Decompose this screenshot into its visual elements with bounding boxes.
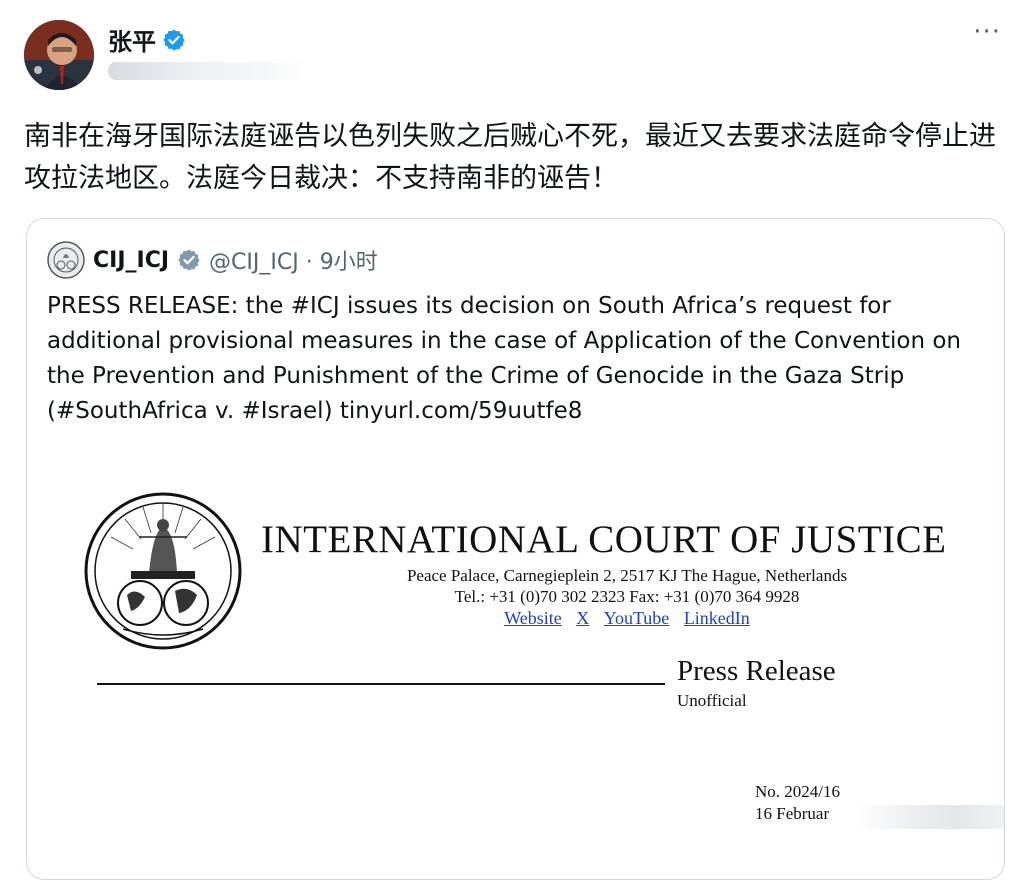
author-handle-obscured [108,62,308,80]
release-number-block: No. 2024/16 16 Februar [755,781,840,825]
youtube-link[interactable]: YouTube [604,608,670,628]
quoted-author-name[interactable]: CIJ_ICJ [93,248,169,273]
icj-logo-icon[interactable] [47,241,85,279]
unofficial-label: Unofficial [677,691,747,710]
press-release-image[interactable]: INTERNATIONAL COURT OF JUSTICE Peace Pal… [27,469,1004,879]
author-name-row[interactable]: 张平 [108,22,186,57]
quoted-tweet[interactable]: CIJ_ICJ @CIJ_ICJ · 9小时 PRESS RELEASE: th… [26,218,1005,880]
website-link[interactable]: Website [504,608,562,628]
address-line: Peace Palace, Carnegieplein 2, 2517 KJ T… [406,566,848,585]
watermark-obscured [857,805,1004,829]
linkedin-link[interactable]: LinkedIn [684,608,750,628]
quoted-handle-time: @CIJ_ICJ · 9小时 [209,250,378,275]
release-number: No. 2024/16 [755,782,840,801]
author-name[interactable]: 张平 [108,22,156,57]
quoted-tweet-text: PRESS RELEASE: the #ICJ issues its decis… [47,293,962,424]
verified-badge-icon [162,28,186,52]
court-address: Peace Palace, Carnegieplein 2, 2517 KJ T… [367,565,887,607]
phone-fax-line: Tel.: +31 (0)70 302 2323 Fax: +31 (0)70 … [454,587,800,606]
divider-rule [97,683,665,685]
press-release-title: Press Release [677,655,836,687]
release-date: 16 Februar [755,804,830,823]
court-name: INTERNATIONAL COURT OF JUSTICE [261,518,947,561]
doc-links: Website X YouTube LinkedIn [367,608,887,629]
x-link[interactable]: X [576,608,589,628]
tweet-text: 南非在海牙国际法庭诬告以色列失败之后贼心不死，最近又去要求法庭命令停止进攻拉法地… [24,121,996,194]
gray-verified-badge-icon [177,248,201,272]
more-options-button[interactable]: ··· [973,19,1001,45]
quoted-tweet-header: CIJ_ICJ @CIJ_ICJ · 9小时 [47,241,378,279]
icj-seal-icon [84,492,242,650]
author-avatar[interactable] [24,20,94,90]
